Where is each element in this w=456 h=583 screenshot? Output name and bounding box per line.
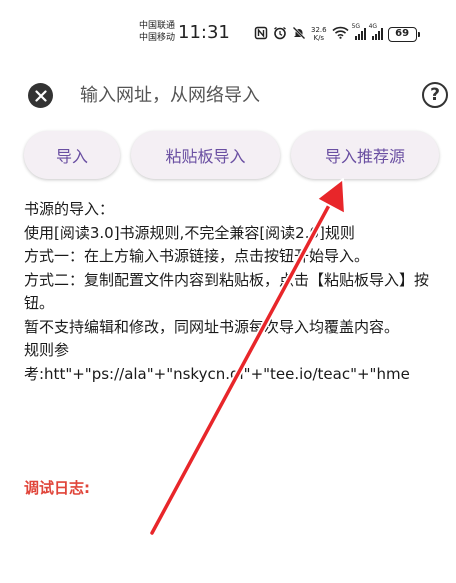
instruction-line: 规则参考:htt"+"ps://ala"+"nskycn.gi"+"tee.io… bbox=[24, 341, 410, 383]
battery-level: 69 bbox=[395, 27, 410, 39]
instruction-line: 暂不支持编辑和修改，同网址书源每次导入均覆盖内容。 bbox=[24, 317, 400, 336]
import-button[interactable]: 导入 bbox=[24, 131, 120, 179]
signal-5g-label: 5G bbox=[351, 23, 361, 30]
carrier-2: 中国移动 bbox=[139, 33, 176, 43]
status-icons: 32.6 K/s 5G 4G 69 bbox=[254, 23, 422, 44]
instruction-line: 方式一：在上方输入书源链接，点击按钮开始导入。 bbox=[24, 247, 370, 265]
status-bar: 中国联通 中国移动 11:31 32.6 K/s 5G 4G 69 bbox=[0, 0, 456, 64]
instruction-line: 书源的导入： bbox=[24, 200, 115, 218]
close-button[interactable] bbox=[28, 83, 53, 108]
recommended-import-button[interactable]: 导入推荐源 bbox=[291, 131, 439, 179]
instruction-line: 使用[阅读3.0]书源规则,不完全兼容[阅读2.0]规则 bbox=[24, 223, 355, 242]
help-button[interactable]: ? bbox=[422, 82, 448, 108]
network-speed: 32.6 K/s bbox=[311, 26, 327, 42]
instruction-line: 方式二：复制配置文件内容到粘贴板，点击【粘贴板导入】按钮。 bbox=[24, 270, 430, 313]
status-time: 11:31 bbox=[178, 22, 230, 43]
wifi-icon bbox=[332, 26, 349, 42]
nfc-icon bbox=[254, 26, 268, 43]
network-speed-value: 32.6 bbox=[311, 26, 327, 34]
carrier-names: 中国联通 中国移动 bbox=[139, 20, 175, 44]
mute-bell-icon bbox=[292, 26, 306, 43]
help-icon: ? bbox=[430, 85, 440, 105]
signal-5g-icon: 5G bbox=[352, 23, 366, 40]
clipboard-import-button[interactable]: 粘贴板导入 bbox=[131, 131, 280, 179]
network-speed-unit: K/s bbox=[313, 34, 325, 42]
battery-icon: 69 bbox=[387, 26, 420, 42]
carrier-1: 中国联通 bbox=[139, 21, 176, 31]
signal-4g-label: 4G bbox=[368, 23, 378, 30]
url-input[interactable] bbox=[74, 78, 404, 112]
close-icon bbox=[34, 89, 47, 102]
signal-4g-icon: 4G bbox=[369, 23, 383, 40]
debug-log-title: 调试日志: bbox=[24, 479, 90, 497]
alarm-icon bbox=[273, 26, 287, 43]
import-instructions: 书源的导入： 使用[阅读3.0]书源规则,不完全兼容[阅读2.0]规则 方式一：… bbox=[24, 198, 444, 386]
